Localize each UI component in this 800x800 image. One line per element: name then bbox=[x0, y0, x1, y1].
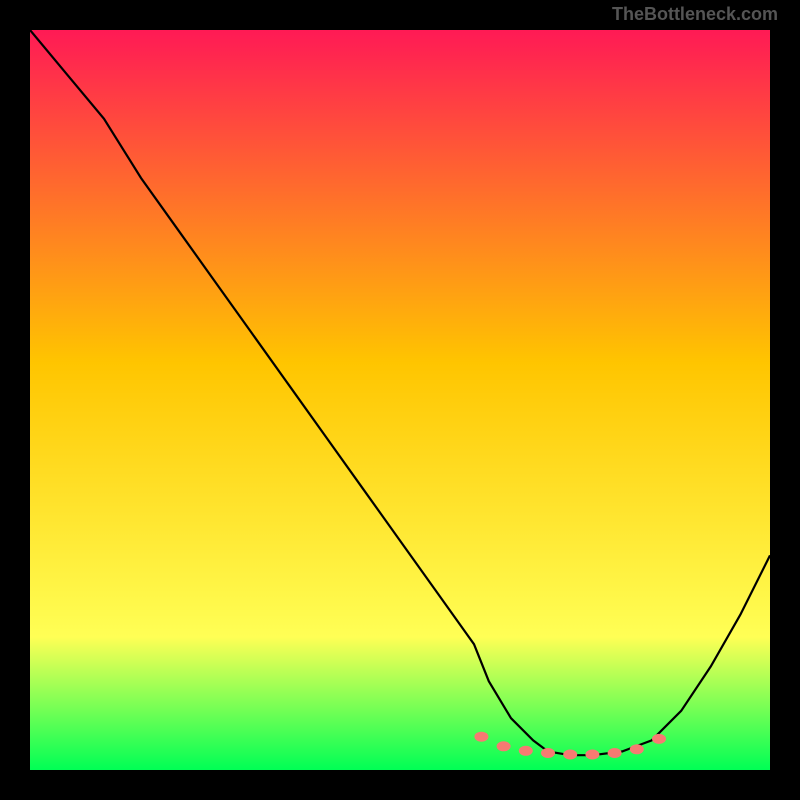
gradient-background bbox=[30, 30, 770, 770]
chart-svg bbox=[30, 30, 770, 770]
marker-dot bbox=[585, 750, 599, 760]
marker-dot bbox=[652, 734, 666, 744]
marker-dot bbox=[608, 748, 622, 758]
marker-dot bbox=[541, 748, 555, 758]
marker-dot bbox=[497, 741, 511, 751]
marker-dot bbox=[630, 744, 644, 754]
watermark-text: TheBottleneck.com bbox=[612, 4, 778, 25]
bottleneck-chart bbox=[30, 30, 770, 770]
marker-dot bbox=[563, 750, 577, 760]
marker-dot bbox=[474, 732, 488, 742]
marker-dot bbox=[519, 746, 533, 756]
